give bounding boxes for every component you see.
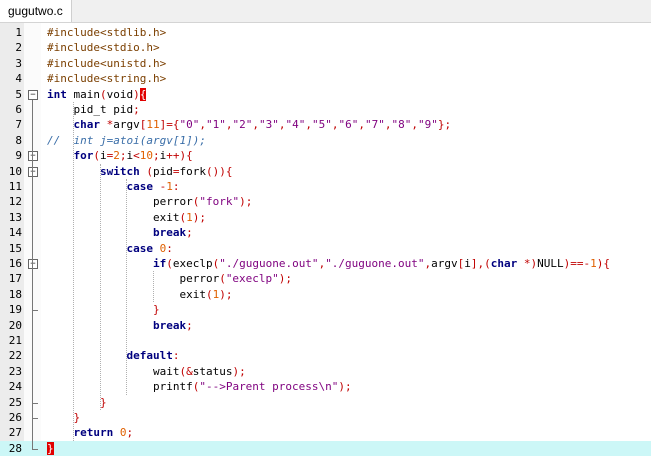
code-line[interactable]: 4 #include<string.h> (0, 71, 651, 86)
code-line[interactable]: 12 perror("fork"); (0, 194, 651, 209)
code-line[interactable]: 28} (0, 440, 651, 456)
line-number: 5 (15, 87, 22, 101)
line-number: 4 (15, 72, 22, 86)
code-line[interactable]: 20 break; (0, 318, 651, 333)
line-number: 27 (8, 426, 22, 440)
fold-end-marker (32, 310, 38, 312)
code-text: pid_t pid; (47, 103, 140, 116)
fold-end-marker (32, 448, 38, 450)
code-text: break; (152, 226, 193, 240)
code-line[interactable]: 7 char *argv[11]={"0","1","2","3","4","5… (0, 117, 651, 132)
code-text: } (73, 411, 81, 424)
fold-toggle-icon[interactable]: − (28, 89, 38, 100)
code-text: switch (pid=fork()){ (99, 164, 233, 178)
fold-end-marker (32, 418, 38, 419)
line-number: 3 (15, 56, 22, 70)
indent-guide (99, 163, 101, 410)
code-text: case -1: (126, 180, 180, 193)
code-line[interactable]: 13 exit(1); (0, 210, 651, 225)
line-number: 15 (8, 241, 22, 255)
code-text: return 0; (73, 426, 134, 440)
code-line[interactable]: 23 wait(&status); (0, 364, 651, 379)
indent-guide (152, 271, 154, 303)
line-number: 20 (8, 318, 22, 332)
code-line[interactable]: 17 perror("execlp"); (0, 271, 651, 286)
line-number: 25 (8, 395, 22, 409)
line-number: 1 (15, 26, 22, 39)
code-line[interactable]: 1 #include<stdlib.h> (0, 25, 651, 40)
code-text: exit(1); (47, 287, 233, 301)
line-number: 6 (15, 103, 22, 116)
line-number: 17 (8, 272, 22, 286)
indent-guide (73, 102, 75, 441)
line-number: 10 (8, 164, 22, 178)
code-line[interactable]: 2 #include<stdio.h> (0, 40, 651, 55)
line-number: 24 (8, 380, 22, 394)
line-number: 18 (8, 287, 22, 301)
code-line[interactable]: 24 printf("-->Parent process\n"); (0, 379, 651, 394)
code-line[interactable]: 27 return 0; (0, 425, 651, 440)
code-text: // int j=atoi(argv[1]); (47, 133, 206, 147)
code-line[interactable]: 19 } (0, 302, 651, 317)
code-text: #include<stdlib.h> (47, 26, 167, 39)
code-line[interactable]: 15 case 0: (0, 241, 651, 256)
code-line[interactable]: 6 pid_t pid; (0, 102, 651, 117)
code-line[interactable]: 25 } (0, 395, 651, 410)
line-number: 19 (8, 303, 22, 317)
fold-toggle-icon[interactable]: − (28, 166, 38, 177)
code-line[interactable]: 18 exit(1); (0, 287, 651, 302)
code-text: #include<stdio.h> (47, 41, 160, 55)
code-text: #include<string.h> (47, 72, 167, 86)
code-text: perror("execlp"); (47, 272, 293, 286)
code-text: } (47, 441, 54, 455)
code-line[interactable]: 14 break; (0, 225, 651, 240)
code-line[interactable]: 11 case -1: (0, 179, 651, 194)
fold-end-marker (32, 402, 38, 404)
code-line[interactable]: 8 // int j=atoi(argv[1]); (0, 133, 651, 148)
line-number: 14 (8, 226, 22, 240)
line-number: 16 (8, 257, 22, 270)
indent-guide (126, 179, 128, 395)
code-text: int main(void){ (47, 87, 147, 101)
code-editor[interactable]: 1 #include<stdlib.h> 2 #include<stdio.h> 3 #i… (0, 23, 651, 456)
line-number: 11 (8, 180, 22, 193)
code-text: case 0: (126, 241, 173, 255)
line-number: 28 (8, 441, 22, 455)
fold-toggle-icon[interactable]: − (28, 259, 38, 269)
code-line[interactable]: 21 (0, 333, 651, 348)
tab-bar: gugutwo.c (0, 0, 651, 23)
code-text: } (152, 303, 160, 317)
line-number: 26 (8, 411, 22, 424)
code-text: perror("fork"); (47, 195, 253, 209)
line-number: 22 (8, 349, 22, 363)
line-number: 13 (8, 210, 22, 224)
code-text: printf("-->Parent process\n"); (47, 380, 352, 394)
code-text: #include<unistd.h> (47, 56, 167, 70)
fold-toggle-icon[interactable]: − (28, 151, 38, 162)
code-text: } (99, 395, 107, 409)
line-number: 7 (15, 118, 22, 132)
code-text: wait(&status); (47, 364, 246, 378)
code-line[interactable]: 26 } (0, 410, 651, 425)
line-number: 23 (8, 364, 22, 378)
code-line[interactable]: 5 int main(void){ (0, 87, 651, 102)
code-text: default: (126, 349, 180, 363)
code-text: for(i=2;i<10;i++){ (73, 149, 193, 163)
line-number: 21 (8, 334, 22, 347)
line-number: 8 (15, 133, 22, 147)
fold-tree-line (32, 99, 33, 449)
line-number: 9 (15, 149, 22, 163)
code-text: char *argv[11]={"0","1","2","3","4","5",… (73, 118, 452, 132)
code-line[interactable]: 16 if(execlp("./guguone.out","./guguone.… (0, 256, 651, 271)
code-line[interactable]: 10 switch (pid=fork()){ (0, 164, 651, 179)
code-line[interactable]: 9 for(i=2;i<10;i++){ (0, 148, 651, 163)
code-text: if(execlp("./guguone.out","./guguone.out… (152, 257, 611, 270)
code-line[interactable]: 22 default: (0, 348, 651, 363)
code-text: break; (152, 318, 193, 332)
line-number: 12 (8, 195, 22, 209)
code-line[interactable]: 3 #include<unistd.h> (0, 56, 651, 71)
line-number: 2 (15, 41, 22, 55)
tab-gugutwo-c[interactable]: gugutwo.c (0, 0, 72, 22)
